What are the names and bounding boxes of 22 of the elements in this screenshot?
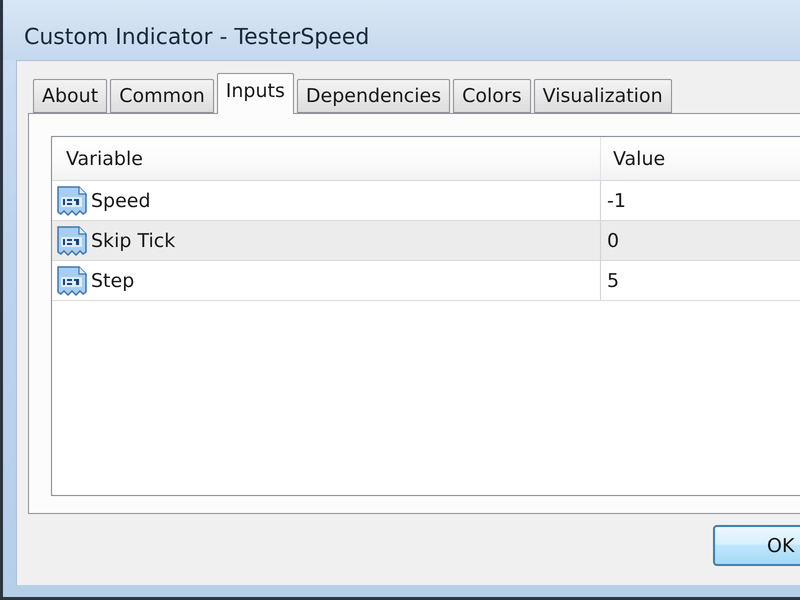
tab[interactable]: About [33, 79, 108, 113]
variable-name: Step [91, 270, 134, 292]
value-cell[interactable]: -1 [601, 181, 800, 220]
variable-name: Skip Tick [91, 230, 176, 252]
ok-button[interactable]: OK [713, 525, 800, 566]
tab[interactable]: Common [110, 79, 214, 113]
numeric-icon [56, 224, 88, 256]
window-title: Custom Indicator - TesterSpeed [24, 24, 370, 50]
tab[interactable]: Colors [453, 79, 531, 113]
variable-cell[interactable]: Step [52, 261, 601, 300]
value-cell[interactable]: 5 [601, 261, 800, 300]
tab[interactable]: Inputs [216, 73, 294, 114]
tab[interactable]: Dependencies [296, 79, 450, 113]
value-cell[interactable]: 0 [601, 221, 800, 260]
variable-name: Speed [91, 190, 151, 212]
numeric-icon [56, 184, 88, 216]
column-header[interactable]: Value [601, 137, 800, 180]
column-header[interactable]: Variable [52, 137, 601, 180]
numeric-icon [56, 264, 88, 296]
variable-cell[interactable]: Speed [52, 181, 601, 220]
variable-cell[interactable]: Skip Tick [52, 221, 601, 260]
tab[interactable]: Visualization [534, 79, 672, 113]
